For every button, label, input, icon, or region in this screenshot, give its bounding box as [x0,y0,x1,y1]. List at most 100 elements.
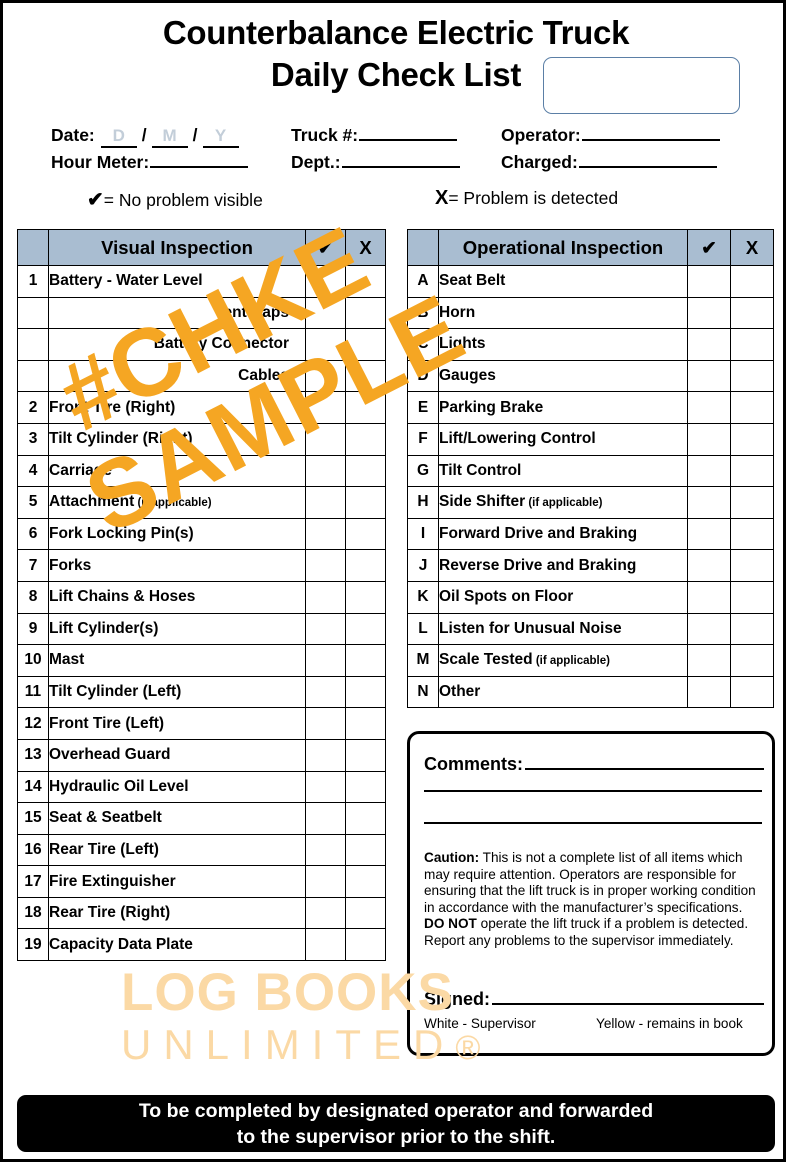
row-x-cell[interactable] [345,675,386,709]
row-check-cell[interactable] [305,928,346,962]
row-x-cell[interactable] [730,644,774,677]
row-item-label: Horn [438,296,688,330]
row-x-cell[interactable] [730,486,774,519]
date-day-input[interactable]: D [100,126,137,148]
row-x-cell[interactable] [345,865,386,898]
table-row: Battery Connector [17,328,386,361]
row-check-cell[interactable] [687,422,731,456]
row-check-cell[interactable] [687,454,731,488]
row-check-cell[interactable] [305,738,346,772]
row-x-cell[interactable] [345,833,386,867]
row-x-cell[interactable] [730,675,774,709]
table-row: 14 Hydraulic Oil Level [17,770,386,804]
comments-input-line-1[interactable] [525,768,764,770]
charged-input[interactable] [578,166,717,168]
row-check-cell[interactable] [687,517,731,551]
row-check-cell[interactable] [305,422,346,456]
hour-meter-input[interactable] [150,166,249,168]
operator-input[interactable] [581,139,720,141]
row-check-cell[interactable] [305,454,346,488]
row-x-cell[interactable] [345,517,386,551]
row-check-cell[interactable] [687,486,731,519]
row-check-cell[interactable] [305,675,346,709]
row-check-cell[interactable] [687,549,731,582]
row-x-cell[interactable] [730,328,774,361]
row-x-cell[interactable] [345,644,386,677]
row-check-cell[interactable] [305,328,346,361]
row-x-cell[interactable] [345,928,386,962]
form-code-box[interactable] [543,57,740,114]
row-x-cell[interactable] [345,580,386,614]
truck-number-input[interactable] [359,139,458,141]
row-check-cell[interactable] [305,644,346,677]
row-check-cell[interactable] [305,486,346,519]
comments-input-line-3[interactable] [424,822,762,824]
row-x-cell[interactable] [345,802,386,835]
row-x-cell[interactable] [345,328,386,361]
row-x-cell[interactable] [345,265,386,298]
row-check-cell[interactable] [305,265,346,298]
row-x-cell[interactable] [345,359,386,393]
row-check-cell[interactable] [305,517,346,551]
row-check-cell[interactable] [687,328,731,361]
row-check-cell[interactable] [305,833,346,867]
row-index: 6 [17,517,49,551]
row-check-cell[interactable] [305,770,346,804]
row-check-cell[interactable] [687,580,731,614]
watermark-brand-text: UNLIMITED [121,1021,456,1068]
row-x-cell[interactable] [730,549,774,582]
row-check-cell[interactable] [305,549,346,582]
row-x-cell[interactable] [730,422,774,456]
row-check-cell[interactable] [305,896,346,930]
row-check-cell[interactable] [305,707,346,740]
row-x-cell[interactable] [345,707,386,740]
row-check-cell[interactable] [305,802,346,835]
row-check-cell[interactable] [687,644,731,677]
hour-meter-label: Hour Meter: [51,152,150,172]
row-check-cell[interactable] [305,580,346,614]
row-x-cell[interactable] [345,738,386,772]
row-x-cell[interactable] [345,896,386,930]
row-x-cell[interactable] [345,770,386,804]
row-check-cell[interactable] [305,359,346,393]
row-check-cell[interactable] [305,865,346,898]
table-row: 4 Carriage [17,454,386,488]
date-month-input[interactable]: M [151,126,188,148]
row-x-cell[interactable] [730,265,774,298]
row-x-cell[interactable] [345,422,386,456]
row-x-cell[interactable] [345,612,386,646]
row-x-cell[interactable] [730,359,774,393]
row-check-cell[interactable] [305,296,346,330]
row-index: 2 [17,391,49,424]
row-x-cell[interactable] [730,454,774,488]
visual-header-title: Visual Inspection [48,229,306,266]
row-x-cell[interactable] [730,580,774,614]
dept-input[interactable] [341,166,460,168]
row-check-cell[interactable] [687,359,731,393]
row-x-cell[interactable] [345,296,386,330]
signed-input[interactable] [492,1003,764,1005]
row-check-cell[interactable] [687,675,731,709]
row-x-cell[interactable] [345,391,386,424]
date-year-input[interactable]: Y [202,126,239,148]
row-check-cell[interactable] [687,296,731,330]
row-index: A [407,265,439,298]
row-index: G [407,454,439,488]
row-item-label: Parking Brake [438,391,688,424]
row-check-cell[interactable] [305,612,346,646]
row-check-cell[interactable] [687,612,731,646]
row-item-label: Rear Tire (Left) [48,833,306,867]
row-x-cell[interactable] [730,517,774,551]
table-row: 19 Capacity Data Plate [17,928,386,962]
row-check-cell[interactable] [305,391,346,424]
row-x-cell[interactable] [730,296,774,330]
row-x-cell[interactable] [345,549,386,582]
row-x-cell[interactable] [730,391,774,424]
row-check-cell[interactable] [687,391,731,424]
row-check-cell[interactable] [687,265,731,298]
row-item-label: Other [438,675,688,709]
row-x-cell[interactable] [345,486,386,519]
row-x-cell[interactable] [345,454,386,488]
comments-input-line-2[interactable] [424,790,762,792]
row-x-cell[interactable] [730,612,774,646]
